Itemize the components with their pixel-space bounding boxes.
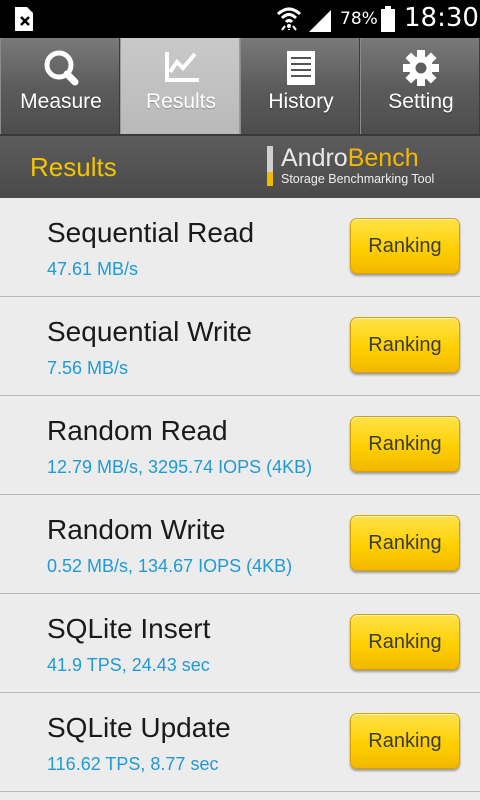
result-row-sqlite-update: SQLite Update 116.62 TPS, 8.77 sec Ranki… (0, 693, 480, 792)
tab-setting[interactable]: Setting (360, 38, 480, 134)
result-row-sequential-read: Sequential Read 47.61 MB/s Ranking (0, 198, 480, 297)
page-title: Results (30, 152, 117, 182)
status-bar: 78% 18:30 (0, 0, 480, 38)
result-name: SQLite Insert (47, 613, 211, 644)
result-row-random-write: Random Write 0.52 MB/s, 134.67 IOPS (4KB… (0, 495, 480, 594)
result-value: 7.56 MB/s (47, 358, 129, 378)
app-logo: AndroBench (281, 144, 419, 172)
tab-history[interactable]: History (240, 38, 360, 134)
logo-tagline: Storage Benchmarking Tool (281, 172, 435, 186)
document-icon (287, 51, 315, 85)
tab-history-label: History (268, 90, 334, 113)
result-value: 116.62 TPS, 8.77 sec (47, 754, 219, 774)
results-list: Sequential Read 47.61 MB/s Ranking Seque… (0, 198, 480, 800)
gear-icon (403, 50, 439, 86)
logo-mark (267, 146, 273, 186)
ranking-button[interactable]: Ranking (350, 317, 460, 373)
result-name: SQLite Update (47, 712, 231, 743)
result-row-random-read: Random Read 12.79 MB/s, 3295.74 IOPS (4K… (0, 396, 480, 495)
result-name: Random Write (47, 514, 226, 545)
ranking-button[interactable]: Ranking (350, 614, 460, 670)
tab-measure-label: Measure (20, 90, 102, 113)
ranking-button[interactable]: Ranking (350, 713, 460, 769)
ranking-button[interactable]: Ranking (350, 416, 460, 472)
result-value: 12.79 MB/s, 3295.74 IOPS (4KB) (47, 457, 313, 477)
result-value: 41.9 TPS, 24.43 sec (47, 655, 210, 675)
wifi-icon (276, 7, 302, 31)
chart-icon (165, 52, 199, 82)
result-name: Sequential Write (47, 316, 252, 347)
results-header: Results AndroBench Storage Benchmarking … (0, 136, 480, 198)
logo-bench: Bench (347, 144, 419, 172)
search-icon (44, 50, 79, 86)
clock: 18:30 (404, 3, 479, 33)
tab-results-label: Results (145, 90, 217, 113)
tab-setting-label: Setting (388, 90, 454, 113)
logo-andro: Andro (281, 144, 348, 172)
ranking-button[interactable]: Ranking (350, 515, 460, 571)
battery-percent: 78% (340, 9, 378, 29)
result-value: 47.61 MB/s (47, 259, 139, 279)
battery-icon (381, 6, 395, 32)
ranking-button[interactable]: Ranking (350, 218, 460, 274)
andro-bench-screen: 78% 18:30 Measure Results History Settin… (0, 0, 480, 800)
result-row-sqlite-insert: SQLite Insert 41.9 TPS, 24.43 sec Rankin… (0, 594, 480, 693)
result-row-sequential-write: Sequential Write 7.56 MB/s Ranking (0, 297, 480, 396)
result-name: Random Read (47, 415, 228, 446)
tab-bar: Measure Results History Setting (0, 38, 480, 136)
result-value: 0.52 MB/s, 134.67 IOPS (4KB) (47, 556, 293, 576)
sim-icon (15, 7, 33, 31)
tab-measure[interactable]: Measure (0, 38, 120, 134)
tab-results[interactable]: Results (120, 38, 240, 134)
result-name: Sequential Read (47, 217, 255, 248)
signal-icon (309, 10, 331, 32)
